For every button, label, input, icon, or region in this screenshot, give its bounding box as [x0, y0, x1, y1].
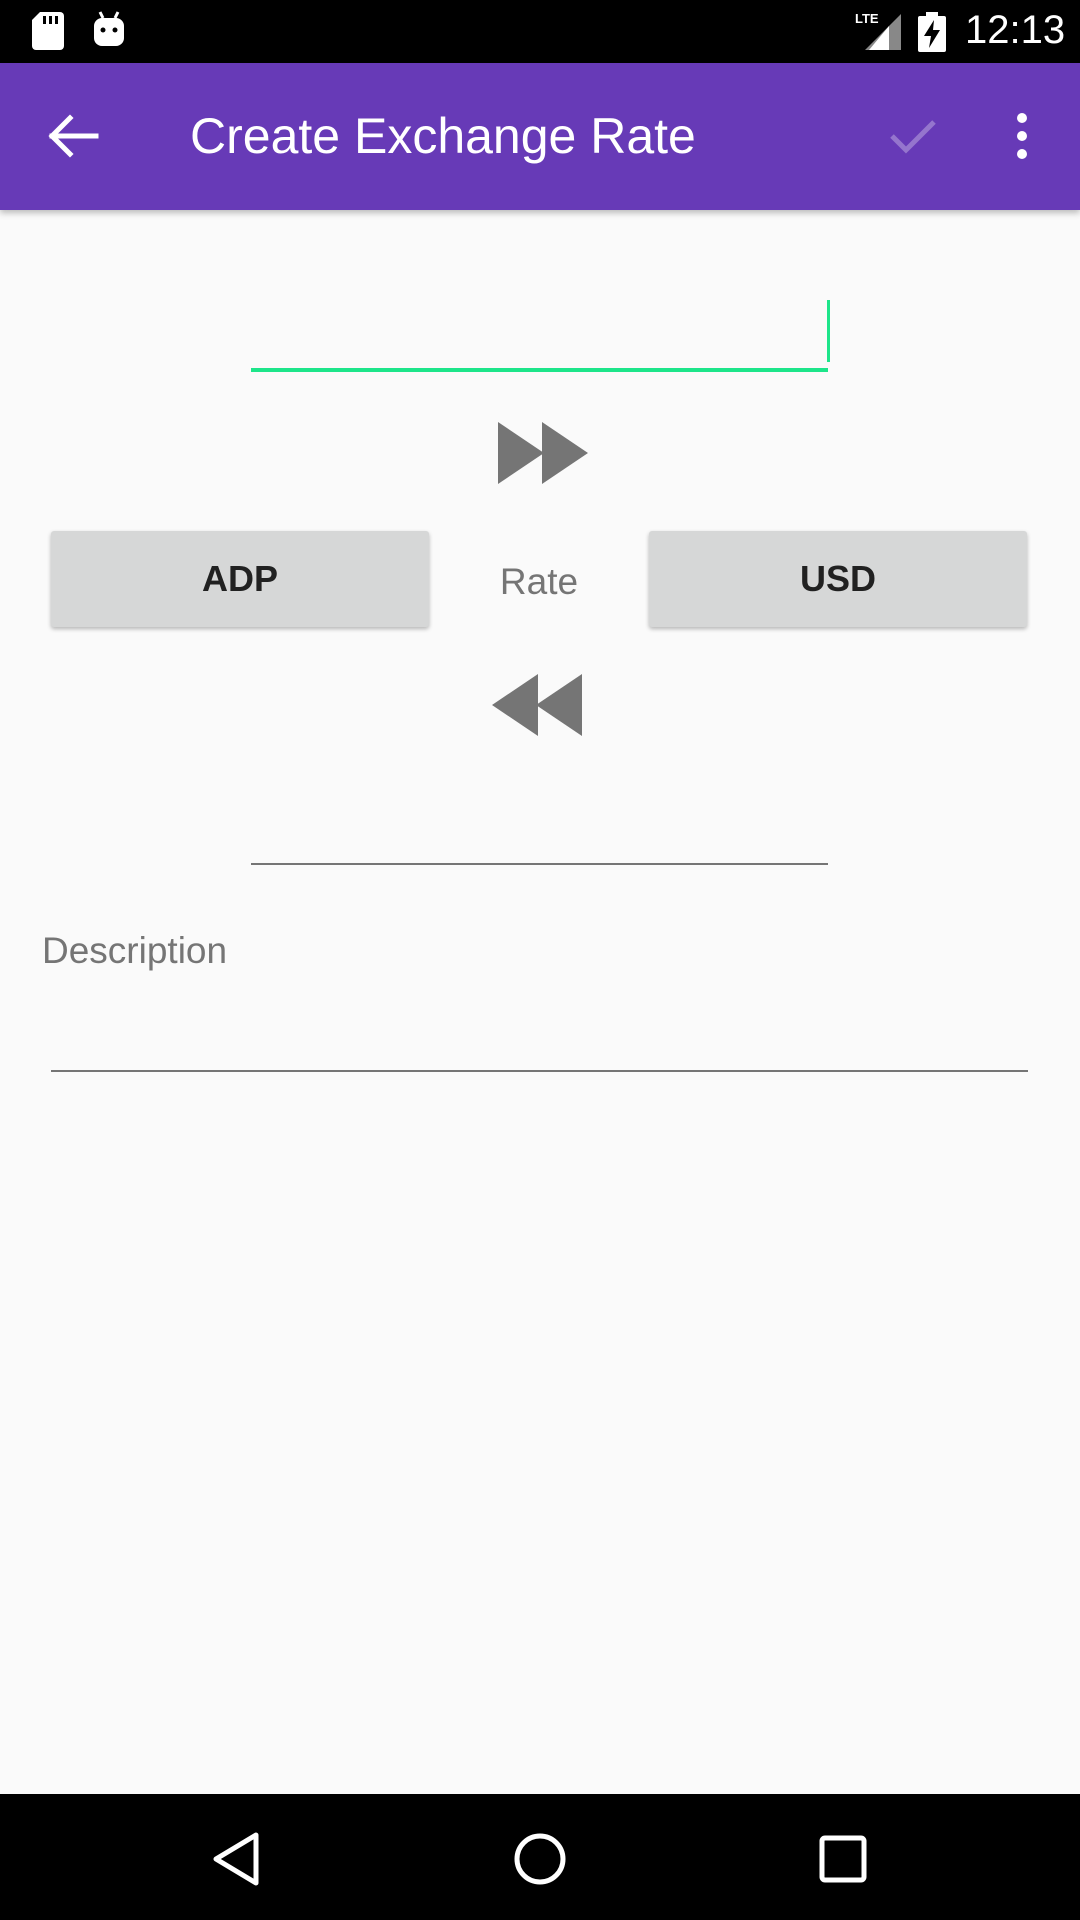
check-icon[interactable]	[880, 108, 946, 164]
fast-forward-icon[interactable]	[496, 420, 590, 486]
description-input[interactable]	[51, 1000, 1028, 1072]
app-bar: Create Exchange Rate	[0, 63, 1080, 210]
svg-text:LTE: LTE	[855, 11, 879, 26]
text-cursor	[827, 300, 830, 362]
arrow-back-icon[interactable]	[40, 108, 106, 164]
to-currency-button[interactable]: USD	[649, 531, 1027, 627]
rewind-icon[interactable]	[490, 672, 584, 738]
page-title: Create Exchange Rate	[190, 108, 696, 164]
status-clock: 12:13	[965, 8, 1066, 52]
rate-label: Rate	[499, 561, 579, 602]
nav-recents-icon[interactable]	[813, 1829, 873, 1889]
more-vert-icon[interactable]	[1000, 108, 1044, 164]
navigation-bar	[0, 1794, 1080, 1920]
sd-card-icon	[32, 12, 64, 50]
nav-home-icon[interactable]	[510, 1829, 570, 1889]
android-icon	[94, 11, 124, 46]
status-bar: LTE 12:13	[0, 0, 1080, 63]
to-amount-input[interactable]	[251, 795, 828, 865]
from-currency-button[interactable]: ADP	[51, 531, 429, 627]
from-amount-input[interactable]	[251, 300, 828, 372]
description-label: Description	[42, 930, 228, 971]
lte-signal-icon: LTE	[855, 11, 901, 50]
nav-back-icon[interactable]	[208, 1829, 268, 1889]
battery-charging-icon	[918, 12, 946, 52]
